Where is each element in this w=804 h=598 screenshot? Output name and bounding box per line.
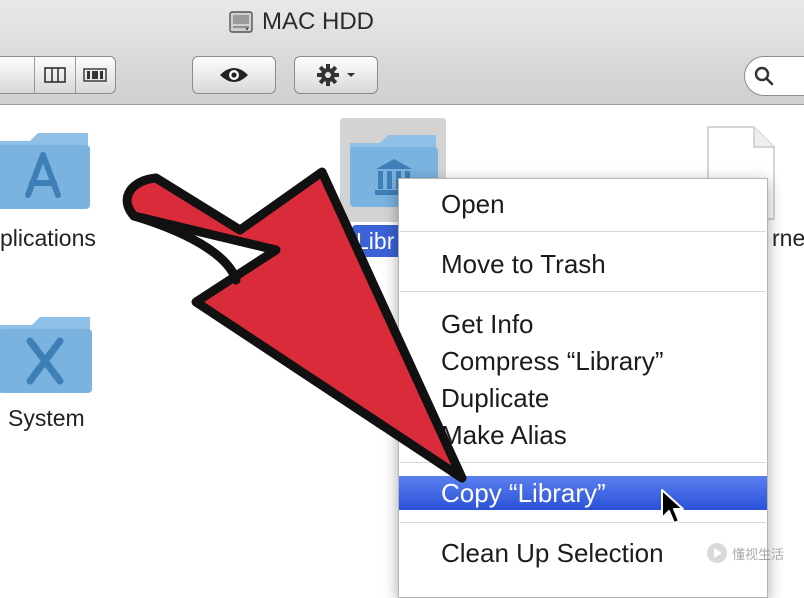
coverflow-view-icon (83, 68, 108, 82)
applications-folder-icon (0, 133, 90, 209)
applications-label: plications (0, 225, 96, 251)
menu-item-copy[interactable]: Copy “Library” (399, 476, 767, 510)
column-view-button[interactable] (34, 57, 74, 93)
menu-separator (400, 231, 766, 232)
icon-view-button[interactable] (0, 57, 34, 93)
play-logo-icon (707, 543, 727, 563)
watermark-text: 懂视生活 (732, 546, 785, 562)
internet-label: rne (772, 225, 804, 251)
menu-separator (400, 462, 766, 463)
search-icon (754, 66, 774, 86)
context-menu: Open Move to Trash Get Info Compress “Li… (398, 178, 768, 598)
view-mode-control (0, 56, 116, 94)
finder-toolbar: MAC HDD (0, 0, 804, 105)
eye-icon (220, 68, 248, 82)
quick-look-button[interactable] (192, 56, 276, 94)
search-field[interactable] (744, 56, 804, 96)
system-label: System (8, 405, 85, 431)
system-folder[interactable] (0, 311, 98, 402)
chevron-down-icon (347, 73, 355, 77)
mouse-pointer-icon (661, 489, 684, 524)
window-title: MAC HDD (228, 6, 374, 38)
hard-drive-icon (229, 11, 253, 33)
menu-item-move-to-trash[interactable]: Move to Trash (399, 247, 767, 281)
coverflow-view-button[interactable] (74, 57, 115, 93)
system-folder-icon (0, 317, 92, 393)
menu-separator (400, 291, 766, 292)
window-title-text: MAC HDD (262, 8, 374, 35)
applications-folder[interactable] (0, 127, 96, 218)
menu-item-compress[interactable]: Compress “Library” (399, 344, 767, 378)
menu-item-open[interactable]: Open (399, 187, 767, 221)
watermark: 懂视生活 (706, 542, 784, 564)
menu-item-get-info[interactable]: Get Info (399, 307, 767, 341)
gear-icon (317, 64, 339, 86)
menu-item-duplicate[interactable]: Duplicate (399, 381, 767, 415)
column-view-icon (44, 67, 66, 83)
action-menu-button[interactable] (294, 56, 378, 94)
menu-separator (400, 522, 766, 523)
menu-item-make-alias[interactable]: Make Alias (399, 418, 767, 452)
